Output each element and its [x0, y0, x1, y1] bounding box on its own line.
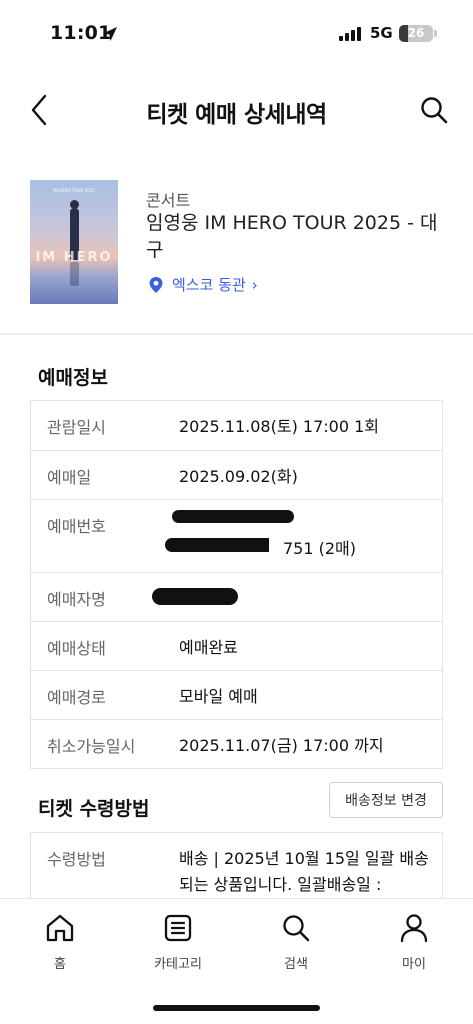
- chevron-right-icon: ›: [251, 275, 258, 294]
- poster-top-text: IM HERO TOUR 2025: [53, 188, 95, 193]
- search-icon: [283, 915, 310, 942]
- location-pin-icon: [149, 276, 163, 293]
- booking-number: 751 (2매): [269, 536, 357, 562]
- list-icon: [164, 914, 192, 942]
- battery-icon: 26: [399, 25, 433, 42]
- venue-link[interactable]: 엑스코 동관 ›: [148, 274, 258, 295]
- nav-label: 검색: [284, 957, 308, 972]
- battery-level: [399, 25, 408, 42]
- row-label: 예매상태: [47, 639, 106, 658]
- status-bar: 11:01 5G 26: [0, 0, 473, 60]
- table-row: 예매상태 예매완료: [31, 621, 442, 670]
- page-title: 티켓 예매 상세내역: [146, 102, 327, 128]
- nav-category[interactable]: 카테고리: [138, 913, 218, 972]
- nav-my[interactable]: 마이: [374, 913, 454, 972]
- table-row: 관람일시 2025.11.08(토) 17:00 1회: [31, 401, 442, 450]
- redaction-mark: [152, 588, 238, 605]
- venue-name: 엑스코 동관: [172, 276, 246, 294]
- event-summary: IM HERO TOUR 2025 IM HERO 콘서트 임영웅 IM HER…: [0, 170, 473, 320]
- row-label: 취소가능일시: [47, 737, 136, 756]
- network-type: 5G: [370, 24, 393, 42]
- row-value: 2025.09.02(화): [179, 467, 298, 486]
- redaction-mark: [165, 538, 283, 552]
- booking-info-table: 관람일시 2025.11.08(토) 17:00 1회 예매일 2025.09.…: [30, 400, 443, 769]
- table-row: 예매경로 모바일 예매: [31, 670, 442, 719]
- redaction-mark: [172, 510, 294, 523]
- row-label: 예매자명: [47, 590, 106, 609]
- poster-reflection: [70, 262, 79, 286]
- search-icon: [421, 97, 448, 124]
- nav-home[interactable]: 홈: [20, 913, 100, 972]
- row-label: 예매번호: [47, 517, 106, 536]
- location-arrow-icon: [103, 27, 117, 41]
- booker-name-cell: [152, 573, 442, 621]
- table-row: 예매자명: [31, 572, 442, 621]
- booking-info-heading: 예매정보: [38, 367, 108, 389]
- battery-tip: [434, 30, 437, 37]
- row-value: 모바일 예매: [179, 687, 258, 706]
- row-value: 2025.11.08(토) 17:00 1회: [179, 417, 379, 436]
- row-label: 예매경로: [47, 688, 106, 707]
- table-row: 취소가능일시 2025.11.07(금) 17:00 까지: [31, 719, 442, 768]
- table-row: 예매번호 751 (2매): [31, 499, 442, 572]
- booking-number-cell: 751 (2매): [164, 500, 442, 572]
- row-value: 예매완료: [179, 638, 238, 657]
- nav-label: 마이: [402, 957, 426, 972]
- table-row: 예매일 2025.09.02(화): [31, 450, 442, 499]
- nav-label: 카테고리: [154, 957, 202, 972]
- row-label: 예매일: [47, 468, 92, 487]
- row-label: 관람일시: [47, 418, 106, 437]
- nav-search[interactable]: 검색: [256, 913, 336, 972]
- header-search-button[interactable]: [416, 92, 452, 128]
- change-delivery-button[interactable]: 배송정보 변경: [329, 782, 443, 818]
- home-indicator: [153, 1005, 320, 1011]
- row-value: 2025.11.07(금) 17:00 까지: [179, 736, 384, 755]
- event-title: 임영웅 IM HERO TOUR 2025 - 대구: [146, 212, 438, 261]
- event-poster[interactable]: IM HERO TOUR 2025 IM HERO: [30, 180, 118, 304]
- signal-icon: [339, 27, 361, 41]
- header: 티켓 예매 상세내역: [0, 78, 473, 142]
- nav-label: 홈: [54, 957, 66, 972]
- person-icon: [400, 914, 428, 943]
- event-category: 콘서트: [146, 191, 191, 210]
- home-icon: [46, 914, 74, 942]
- battery-percent: 26: [407, 26, 425, 40]
- ticket-receive-heading: 티켓 수령방법: [38, 798, 150, 820]
- section-divider: [0, 333, 473, 335]
